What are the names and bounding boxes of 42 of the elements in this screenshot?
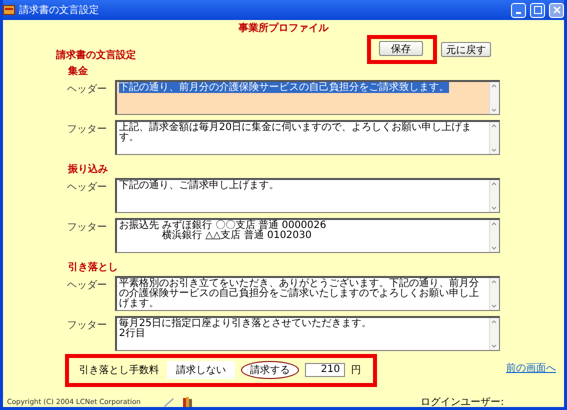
fee-label: 引き落とし手数料 (79, 364, 159, 377)
scroll-down-icon[interactable] (490, 146, 498, 154)
field-label: フッター (67, 221, 107, 234)
books-icon (182, 396, 193, 406)
scroll-up-icon[interactable] (490, 122, 498, 130)
minimize-icon[interactable] (511, 2, 526, 18)
text-area[interactable]: 下記の通り、ご請求申し上げます。 (115, 178, 500, 213)
field-label: フッター (67, 319, 107, 332)
fee-option[interactable]: 請求しない (167, 361, 235, 379)
app-icon (3, 4, 15, 16)
scroll-up-icon[interactable] (490, 278, 498, 286)
revert-button[interactable]: 元に戻す (441, 42, 491, 57)
save-button[interactable]: 保存 (379, 41, 423, 56)
field-label: ヘッダー (67, 279, 107, 292)
text-area[interactable]: 上記、請求金額は毎月20日に集金に伺いますので、よろしくお願い申し上げます。 (115, 120, 500, 155)
page-title: 事業所プロファイル (238, 21, 330, 35)
scroll-down-icon[interactable] (490, 204, 498, 212)
scroll-down-icon[interactable] (490, 244, 498, 252)
group-title: 振り込み (66, 162, 109, 176)
section-title: 請求書の文言設定 (56, 48, 137, 62)
field-label: フッター (67, 123, 107, 136)
group-title: 集金 (67, 64, 89, 78)
group-title: 引き落とし (67, 260, 119, 274)
scroll-down-icon[interactable] (490, 302, 498, 310)
unit-label: 円 (351, 364, 361, 377)
scroll-down-icon[interactable] (490, 106, 498, 114)
scroll-up-icon[interactable] (490, 82, 498, 90)
fee-option[interactable]: 請求する (241, 361, 299, 379)
scroll-up-icon[interactable] (490, 180, 498, 188)
pen-icon (162, 396, 175, 406)
back-link[interactable]: 前の画面へ (506, 361, 556, 375)
fee-input[interactable]: 210 (305, 363, 345, 377)
login-label: ログインユーザー: (420, 396, 504, 407)
window-title: 請求書の文言設定 (19, 4, 100, 17)
field-label: ヘッダー (67, 181, 107, 194)
scroll-down-icon[interactable] (490, 342, 498, 350)
field-label: ヘッダー (67, 83, 107, 96)
maximize-icon[interactable] (530, 2, 545, 18)
text-area[interactable]: 下記の通り、前月分の介護保険サービスの自己負担分をご請求致します。 (115, 80, 500, 115)
scroll-up-icon[interactable] (490, 220, 498, 228)
scroll-up-icon[interactable] (490, 318, 498, 326)
close-icon[interactable] (549, 2, 564, 18)
